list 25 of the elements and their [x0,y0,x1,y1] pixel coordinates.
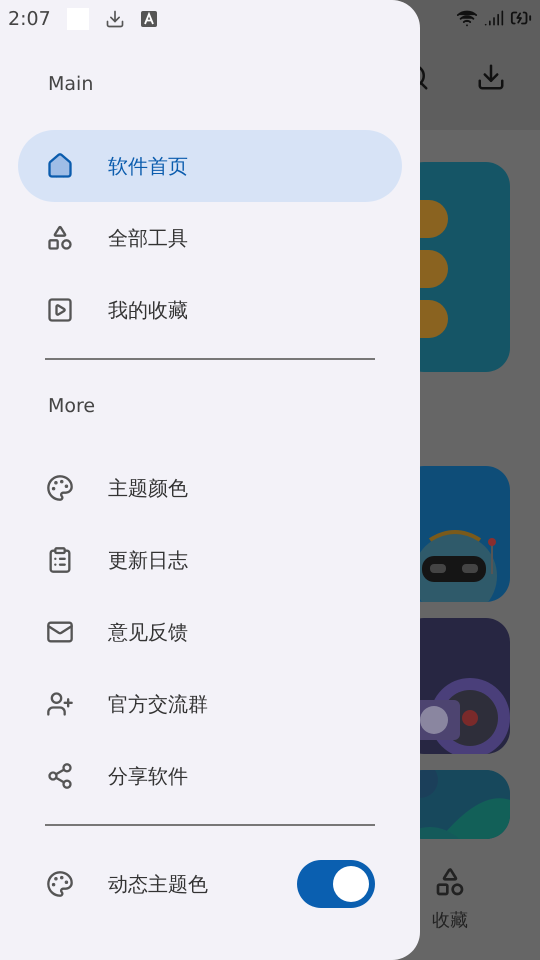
shapes-icon[interactable] [434,866,466,898]
font-icon [140,11,157,27]
palette-icon [46,870,74,898]
user-plus-icon [46,690,74,718]
menu-item[interactable]: 我的收藏 [18,274,402,346]
download-icon [104,9,125,29]
section-header: Main [47,72,94,97]
menu-item[interactable]: 更新日志 [18,524,402,596]
palette-icon [46,474,74,502]
menu-item[interactable]: 分享软件 [18,740,402,812]
home-icon [46,152,74,180]
menu-item[interactable]: 官方交流群 [18,668,402,740]
dynamic-color-switch[interactable] [297,860,375,908]
download-icon[interactable] [476,62,506,92]
menu-item[interactable]: 主题颜色 [18,452,402,524]
toggle-label: 动态主题色 [108,870,208,898]
menu-item[interactable]: 软件首页 [18,130,402,202]
shapes-icon [46,224,74,252]
menu-item[interactable]: 全部工具 [18,202,402,274]
menu-item[interactable]: 意见反馈 [18,596,402,668]
share-icon [46,762,74,790]
signal-icon [484,8,504,28]
play-square-icon [46,296,74,324]
section-header: More [47,394,96,419]
status-time: 2:07 [8,8,51,30]
